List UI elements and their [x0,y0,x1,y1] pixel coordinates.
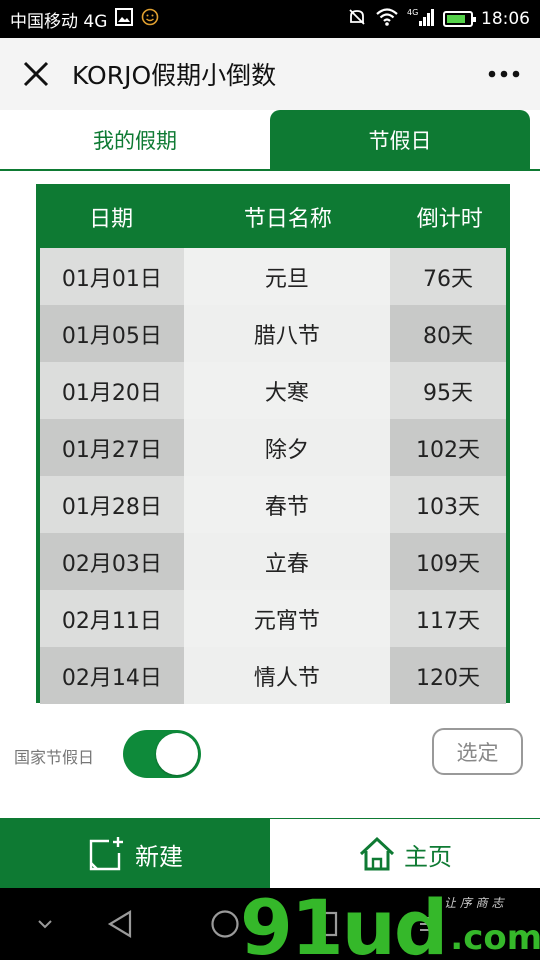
cell-date: 02月11日 [40,590,184,647]
header-date: 日期 [89,207,134,232]
clock: 18:06 [481,9,530,29]
home-label: 主页 [404,842,452,871]
tab-public-holidays[interactable]: 节假日 [270,110,530,169]
cell-countdown: 76天 [390,248,506,305]
cell-name: 大寒 [183,362,390,419]
home-button[interactable]: 主页 [270,819,540,889]
cell-countdown: 120天 [390,647,506,704]
close-button[interactable] [0,38,72,110]
header-name: 节日名称 [243,207,332,232]
status-left: 中国移动 4G [10,7,159,32]
chevron-down-icon [38,920,52,929]
cell-name: 元旦 [183,248,390,305]
cell-name: 腊八节 [183,305,390,362]
table-row[interactable]: 01月20日 大寒 95天 [40,362,506,419]
new-document-icon [89,837,123,871]
network-badge: 4G [407,8,418,17]
cell-name: 立春 [183,533,390,590]
cell-countdown: 95天 [390,362,506,419]
image-icon [115,8,134,30]
table-header: 日期 节日名称 倒计时 [38,186,508,248]
cell-name: 元宵节 [183,590,390,647]
national-holiday-toggle[interactable] [123,730,201,778]
cell-name: 春节 [183,476,390,533]
table-row[interactable]: 01月05日 腊八节 80天 [40,305,506,362]
cell-date: 01月28日 [40,476,184,533]
home-icon [359,836,395,871]
menu-button[interactable] [405,888,455,960]
cell-name: 情人节 [183,647,390,704]
new-button[interactable]: 新建 [0,819,270,889]
page-title: KORJO假期小倒数 [72,61,277,90]
wifi-icon [375,7,399,31]
circle-home-icon [211,910,239,938]
battery-icon [443,11,476,27]
tab-my-holidays[interactable]: 我的假期 [0,110,270,169]
carrier-label: 中国移动 4G [10,11,108,32]
cell-countdown: 109天 [390,533,506,590]
select-button[interactable]: 选定 [432,728,523,775]
national-holiday-label: 国家节假日 [14,748,95,767]
options-row: 国家节假日 选定 [0,722,540,786]
status-right: 4G 18:06 [347,7,530,31]
cell-countdown: 117天 [390,590,506,647]
cell-date: 01月27日 [40,419,184,476]
back-button[interactable] [95,888,145,960]
table-row[interactable]: 02月03日 立春 109天 [40,533,506,590]
more-button[interactable] [468,38,540,110]
recent-apps-icon [312,911,338,937]
table-row[interactable]: 01月01日 元旦 76天 [40,248,506,305]
table-row[interactable]: 02月11日 元宵节 117天 [40,590,506,647]
close-icon [23,61,49,87]
cell-date: 01月05日 [40,305,184,362]
system-nav-bar [0,888,540,960]
cell-date: 01月20日 [40,362,184,419]
cell-date: 02月03日 [40,533,184,590]
title-bar: KORJO假期小倒数 [0,38,540,110]
hide-nav-button[interactable] [20,888,70,960]
system-home-button[interactable] [200,888,250,960]
more-icon [488,70,520,78]
recent-apps-button[interactable] [300,888,350,960]
mute-icon [347,7,367,31]
header-countdown: 倒计时 [416,207,483,232]
cell-countdown: 80天 [390,305,506,362]
cell-countdown: 103天 [390,476,506,533]
tab-bar: 我的假期 节假日 [0,110,540,171]
table-row[interactable]: 01月27日 除夕 102天 [40,419,506,476]
bottom-nav: 新建 主页 [0,818,540,889]
toggle-knob [156,733,198,775]
table-row[interactable]: 02月14日 情人节 120天 [40,647,506,704]
new-label: 新建 [135,842,183,871]
battery-fill [447,15,466,23]
back-icon [107,910,132,938]
status-bar: 中国移动 4G 4G 18:06 [0,0,540,38]
holiday-table: 日期 节日名称 倒计时 01月01日 元旦 76天 01月05日 腊八节 80天… [36,184,510,704]
signal-icon: 4G [407,7,435,31]
cell-countdown: 102天 [390,419,506,476]
cell-date: 02月14日 [40,647,184,704]
table-row[interactable]: 01月28日 春节 103天 [40,476,506,533]
cell-date: 01月01日 [40,248,184,305]
table-body: 01月01日 元旦 76天 01月05日 腊八节 80天 01月20日 大寒 9… [40,248,506,704]
emoji-icon [141,8,159,30]
cell-name: 除夕 [183,419,390,476]
menu-icon [420,917,440,931]
